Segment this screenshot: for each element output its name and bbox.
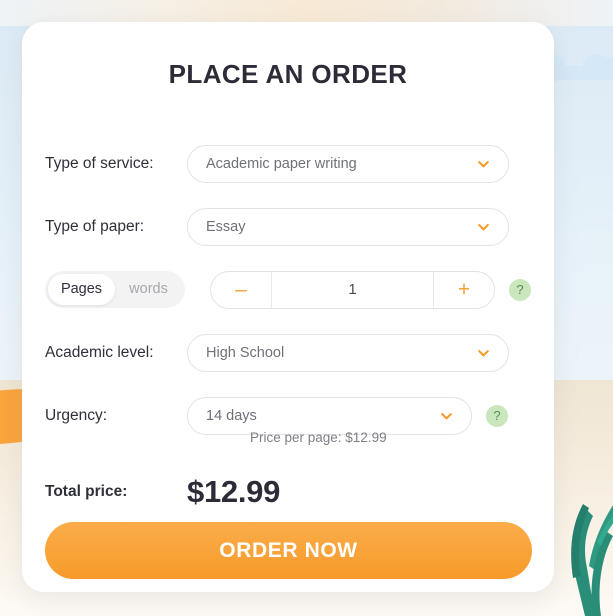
order-now-button[interactable]: ORDER NOW <box>45 522 532 579</box>
select-type-of-paper[interactable]: Essay <box>187 207 509 246</box>
order-form-page: PLACE AN ORDER Type of service: Academic… <box>0 0 613 616</box>
select-urgency-value: 14 days <box>206 407 257 424</box>
chevron-down-icon <box>478 160 489 167</box>
total-price-value: $12.99 <box>187 474 281 509</box>
increment-button[interactable]: + <box>433 271 494 308</box>
page-title: PLACE AN ORDER <box>168 59 408 89</box>
total-price-row: Total price: $12.99 <box>22 474 554 510</box>
label-academic-level: Academic level: <box>45 343 154 361</box>
row-urgency: Urgency: 14 days ? Price per page: $12.9… <box>22 384 554 447</box>
toggle-option-pages[interactable]: Pages <box>48 274 115 305</box>
row-type-of-paper: Type of paper: Essay <box>22 195 554 258</box>
order-form: Type of service: Academic paper writing … <box>22 132 554 447</box>
select-type-of-service[interactable]: Academic paper writing <box>187 144 509 183</box>
total-price-label: Total price: <box>45 483 128 500</box>
select-type-of-paper-value: Essay <box>206 218 246 235</box>
label-urgency: Urgency: <box>45 406 108 424</box>
order-card: PLACE AN ORDER Type of service: Academic… <box>22 22 554 592</box>
help-icon-urgency[interactable]: ? <box>486 404 508 427</box>
chevron-down-icon <box>478 349 489 356</box>
label-type-of-paper: Type of paper: <box>45 217 145 235</box>
select-academic-level-value: High School <box>206 344 285 361</box>
label-type-of-service: Type of service: <box>45 154 154 172</box>
select-type-of-service-value: Academic paper writing <box>206 155 357 172</box>
quantity-stepper[interactable]: – 1 + <box>210 270 495 309</box>
select-academic-level[interactable]: High School <box>187 333 509 372</box>
help-icon-amount[interactable]: ? <box>509 278 531 301</box>
price-per-page-text: Price per page: $12.99 <box>250 430 387 445</box>
row-type-of-service: Type of service: Academic paper writing <box>22 132 554 195</box>
row-amount: Pages words – 1 + ? <box>22 258 554 321</box>
decrement-button[interactable]: – <box>211 271 272 308</box>
pages-words-toggle[interactable]: Pages words <box>45 271 185 308</box>
chevron-down-icon <box>441 412 452 419</box>
toggle-option-words[interactable]: words <box>115 274 182 305</box>
chevron-down-icon <box>478 223 489 230</box>
quantity-value[interactable]: 1 <box>272 281 433 298</box>
select-urgency[interactable]: 14 days <box>187 396 472 435</box>
row-academic-level: Academic level: High School <box>22 321 554 384</box>
